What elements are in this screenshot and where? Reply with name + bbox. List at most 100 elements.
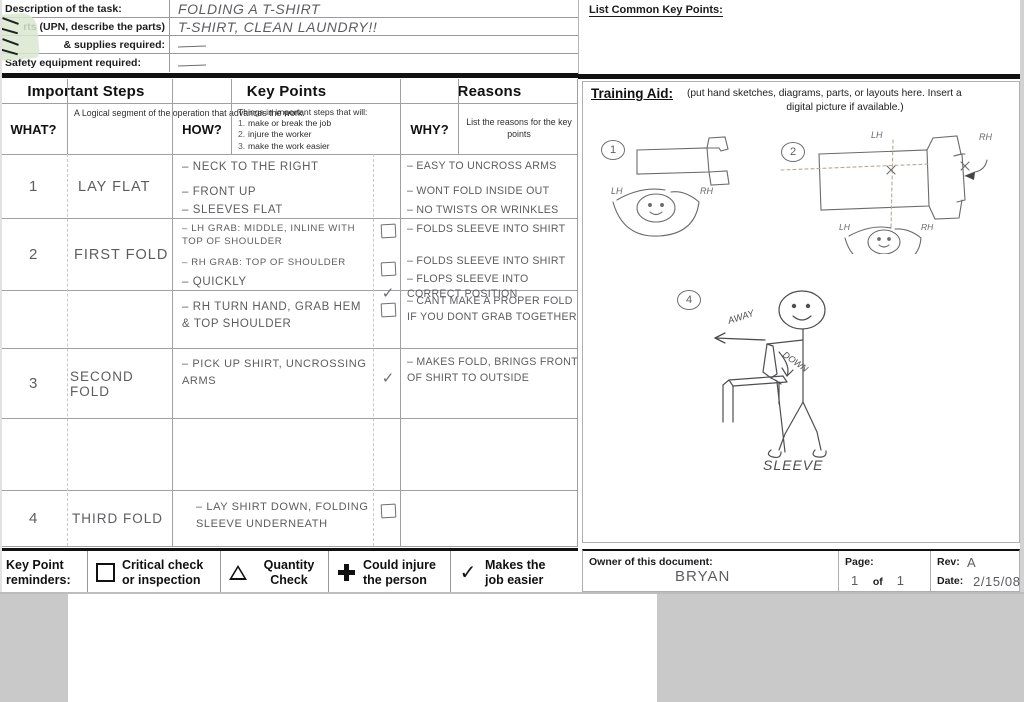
subheader-what-label: WHAT? xyxy=(10,121,57,137)
handwritten-dash-icon xyxy=(177,45,207,48)
rule xyxy=(172,79,173,546)
table-row-symbols: ✓ xyxy=(376,369,400,409)
square-icon xyxy=(88,563,122,582)
legend-title: Key Point reminders: xyxy=(0,551,88,594)
rule xyxy=(0,418,578,419)
legend-item-label: Critical check or inspection xyxy=(122,557,204,587)
subheader-key-points-description: Things in important steps that will: 1. m… xyxy=(232,104,400,154)
legend-item-could-injure: Could injure the person xyxy=(329,551,451,594)
table-row-key-points: – PICK UP SHIRT, UNCROSSING ARMS xyxy=(182,358,367,387)
training-aid-box: Training Aid: (put hand sketches, diagra… xyxy=(582,81,1020,543)
subheader-how-label: HOW? xyxy=(182,121,222,137)
table-row-key-points: – LH GRAB: MIDDLE, INLINE WITH TOP OF SH… xyxy=(182,223,356,288)
owner-value-wrap: BRYAN xyxy=(675,568,731,585)
critical-check-square-icon xyxy=(380,302,396,318)
field-value: FOLDING A T-SHIRT xyxy=(178,0,321,17)
legend-item-label: Quantity Check xyxy=(263,557,315,587)
field-value-wrap xyxy=(170,36,578,53)
jbs-job-breakdown-sheet: Description of the task: FOLDING A T-SHI… xyxy=(0,0,1024,702)
page-value-wrap: 1 of 1 xyxy=(851,573,905,588)
header-divider-bar xyxy=(0,73,578,78)
sketch-number: 4 xyxy=(677,290,701,310)
svg-text:LH: LH xyxy=(611,186,623,196)
rule-dashed xyxy=(373,154,374,546)
critical-check-square-icon xyxy=(380,223,396,239)
job-breakdown-table: Important Steps Key Points Reasons WHAT?… xyxy=(0,79,657,702)
training-aid-instructions: (put hand sketches, diagrams, parts, or … xyxy=(687,88,962,113)
table-row-symbols xyxy=(376,302,400,347)
document-owner-footer: Owner of this document: BRYAN Page: 1 of… xyxy=(582,549,1020,592)
table-row-step-title: THIRD FOLD xyxy=(72,511,163,526)
table-row-key-points: – NECK TO THE RIGHT – FRONT UP – SLEEVES… xyxy=(182,161,319,217)
sketch-2: 2 LH RH LH RH xyxy=(779,124,1019,267)
criteria-title: Things in important steps that will: xyxy=(238,107,368,117)
owner-label: Owner of this document: xyxy=(589,556,713,568)
table-row-step-number: 2 xyxy=(29,246,38,263)
criteria-item: 1. make or break the job xyxy=(238,118,332,129)
table-row-step-number: 1 xyxy=(29,178,38,195)
checkmark-icon: ✓ xyxy=(459,561,477,584)
svg-text:RH: RH xyxy=(979,132,992,142)
rule xyxy=(400,79,401,546)
rev-date-field: Rev: A Date: 2/15/08 xyxy=(931,551,1021,591)
table-row-key-points: – LAY SHIRT DOWN, FOLDING SLEEVE UNDERNE… xyxy=(196,501,369,530)
table-row-reasons: – CANT MAKE A PROPER FOLD IF YOU DONT GR… xyxy=(407,295,577,323)
page-frame-left xyxy=(0,0,2,594)
table-row-step-title: FIRST FOLD xyxy=(74,246,169,263)
rule xyxy=(458,79,459,154)
right-panel: List Common Key Points: Training Aid: (p… xyxy=(578,0,1024,594)
page-frame-right xyxy=(1020,0,1024,594)
table-row-step-number: 3 xyxy=(29,375,38,392)
checkmark-icon: ✓ xyxy=(381,285,395,302)
legend-item-label: Could injure the person xyxy=(363,557,436,587)
legend-item-critical-check: Critical check or inspection xyxy=(88,551,221,594)
table-row-reasons: – EASY TO UNCROSS ARMS – WONT FOLD INSID… xyxy=(407,160,559,216)
checkmark-icon: ✓ xyxy=(381,370,395,387)
subheader-what: WHAT? xyxy=(0,104,67,154)
subheader-what-description: A Logical segment of the operation that … xyxy=(68,104,657,702)
page-field: Page: 1 of 1 xyxy=(839,551,931,591)
training-aid-title: Training Aid: xyxy=(591,86,673,101)
rev-label: Rev: xyxy=(937,556,960,568)
common-key-points-label: List Common Key Points: xyxy=(589,4,723,17)
subheader-how: HOW? xyxy=(173,104,231,154)
criteria-item: 3. make the work easier xyxy=(238,140,330,151)
date-value-wrap: 2/15/08 xyxy=(973,574,1021,589)
sketch-number: 1 xyxy=(601,140,625,160)
page-label: Page: xyxy=(845,556,874,568)
sketch-number: 2 xyxy=(781,142,805,162)
left-panel: Description of the task: FOLDING A T-SHI… xyxy=(0,0,657,702)
field-value-wrap: T-SHIRT, CLEAN LAUNDRY!! xyxy=(170,18,578,35)
owner-field: Owner of this document: BRYAN xyxy=(583,551,839,591)
legend-item-label: Makes the job easier xyxy=(485,557,546,587)
sketch-2-drawing: LH RH LH RH xyxy=(780,130,992,267)
column-header-reasons: Reasons xyxy=(457,82,522,100)
sketch-1: 1 LH RH xyxy=(597,132,777,242)
field-value-wrap: FOLDING A T-SHIRT xyxy=(170,0,578,17)
table-row-reasons xyxy=(404,491,578,546)
subheader-why-desc-text: List the reasons for the key points xyxy=(466,117,572,139)
table-row-reasons: – MAKES FOLD, BRINGS FRONT OF SHIRT TO O… xyxy=(407,356,578,385)
subheader-why-description: List the reasons for the key points xyxy=(459,104,578,154)
table-row-symbols: ✓ xyxy=(376,221,400,302)
critical-check-square-icon xyxy=(380,503,396,519)
field-value-wrap xyxy=(170,54,578,72)
handwritten-dash-icon xyxy=(177,64,207,66)
key-point-legend: Key Point reminders: Critical check or i… xyxy=(0,548,578,594)
date-label: Date: xyxy=(937,575,964,587)
field-value: T-SHIRT, CLEAN LAUNDRY!! xyxy=(178,18,378,35)
triangle-icon xyxy=(221,565,255,580)
table-row-symbols xyxy=(376,503,400,544)
plus-icon xyxy=(329,564,363,581)
subheader-why: WHY? xyxy=(401,104,458,154)
legend-title-text: Key Point reminders: xyxy=(6,557,71,587)
table-row-reasons: – FOLDS SLEEVE INTO SHIRT – FOLDS SLEEVE… xyxy=(407,223,566,301)
right-divider-bar xyxy=(578,74,1024,79)
svg-text:LH: LH xyxy=(839,222,851,232)
table-row-step-number: 4 xyxy=(29,510,38,527)
criteria-item: 2. injure the worker xyxy=(238,129,312,140)
svg-text:RH: RH xyxy=(921,222,934,232)
column-header-key-points: Key Points xyxy=(246,82,327,100)
task-header-fields: Description of the task: FOLDING A T-SHI… xyxy=(0,0,578,74)
rev-value-wrap: A xyxy=(967,555,977,570)
